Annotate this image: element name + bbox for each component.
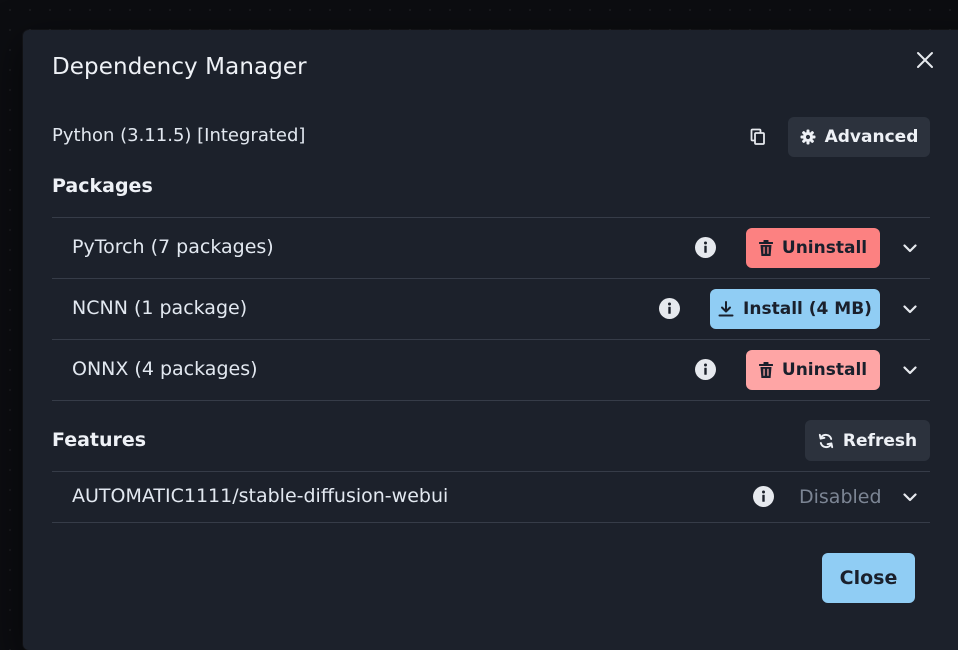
copy-icon xyxy=(750,128,765,145)
uninstall-pytorch-button[interactable]: Uninstall xyxy=(746,228,880,268)
chevron-down-icon xyxy=(903,243,917,252)
advanced-button-label: Advanced xyxy=(824,127,919,147)
package-name-onnx: ONNX (4 packages) xyxy=(72,358,258,380)
install-ncnn-button[interactable]: Install (4 MB) xyxy=(710,289,880,329)
info-icon[interactable] xyxy=(753,486,774,507)
package-name-pytorch: PyTorch (7 packages) xyxy=(72,236,274,258)
close-button[interactable]: Close xyxy=(822,553,915,603)
refresh-icon xyxy=(818,433,834,448)
package-name-ncnn: NCNN (1 package) xyxy=(72,297,248,319)
install-label: Install (4 MB) xyxy=(743,299,872,319)
divider xyxy=(52,471,930,472)
divider xyxy=(52,217,930,218)
divider xyxy=(52,400,930,401)
copy-python-path-button[interactable] xyxy=(746,125,770,149)
features-heading: Features xyxy=(52,429,147,451)
chevron-down-icon xyxy=(903,492,917,501)
info-icon[interactable] xyxy=(695,237,716,258)
feature-status: Disabled xyxy=(799,486,882,508)
chevron-down-icon xyxy=(903,304,917,313)
info-icon[interactable] xyxy=(659,298,680,319)
download-icon xyxy=(718,301,734,317)
trash-icon xyxy=(758,240,773,256)
expand-feature-button[interactable] xyxy=(900,487,920,507)
divider xyxy=(52,522,930,523)
info-icon[interactable] xyxy=(695,359,716,380)
expand-onnx-button[interactable] xyxy=(900,360,920,380)
divider xyxy=(52,339,930,340)
python-version-label: Python (3.11.5) [Integrated] xyxy=(52,125,306,146)
uninstall-label: Uninstall xyxy=(781,238,868,258)
close-icon xyxy=(917,52,933,68)
feature-name: AUTOMATIC1111/stable-diffusion-webui xyxy=(72,485,449,507)
dependency-manager-dialog: Dependency Manager Python (3.11.5) [Inte… xyxy=(23,30,958,650)
uninstall-label: Uninstall xyxy=(781,360,868,380)
gear-icon xyxy=(800,129,816,145)
uninstall-onnx-button[interactable]: Uninstall xyxy=(746,350,880,390)
divider xyxy=(52,278,930,279)
advanced-button[interactable]: Advanced xyxy=(788,117,930,157)
expand-ncnn-button[interactable] xyxy=(900,299,920,319)
expand-pytorch-button[interactable] xyxy=(900,238,920,258)
refresh-button[interactable]: Refresh xyxy=(805,420,930,461)
trash-icon xyxy=(758,362,773,378)
refresh-label: Refresh xyxy=(842,430,918,451)
dialog-title: Dependency Manager xyxy=(52,54,307,80)
packages-heading: Packages xyxy=(52,175,153,197)
close-dialog-button[interactable] xyxy=(912,47,938,73)
chevron-down-icon xyxy=(903,365,917,374)
